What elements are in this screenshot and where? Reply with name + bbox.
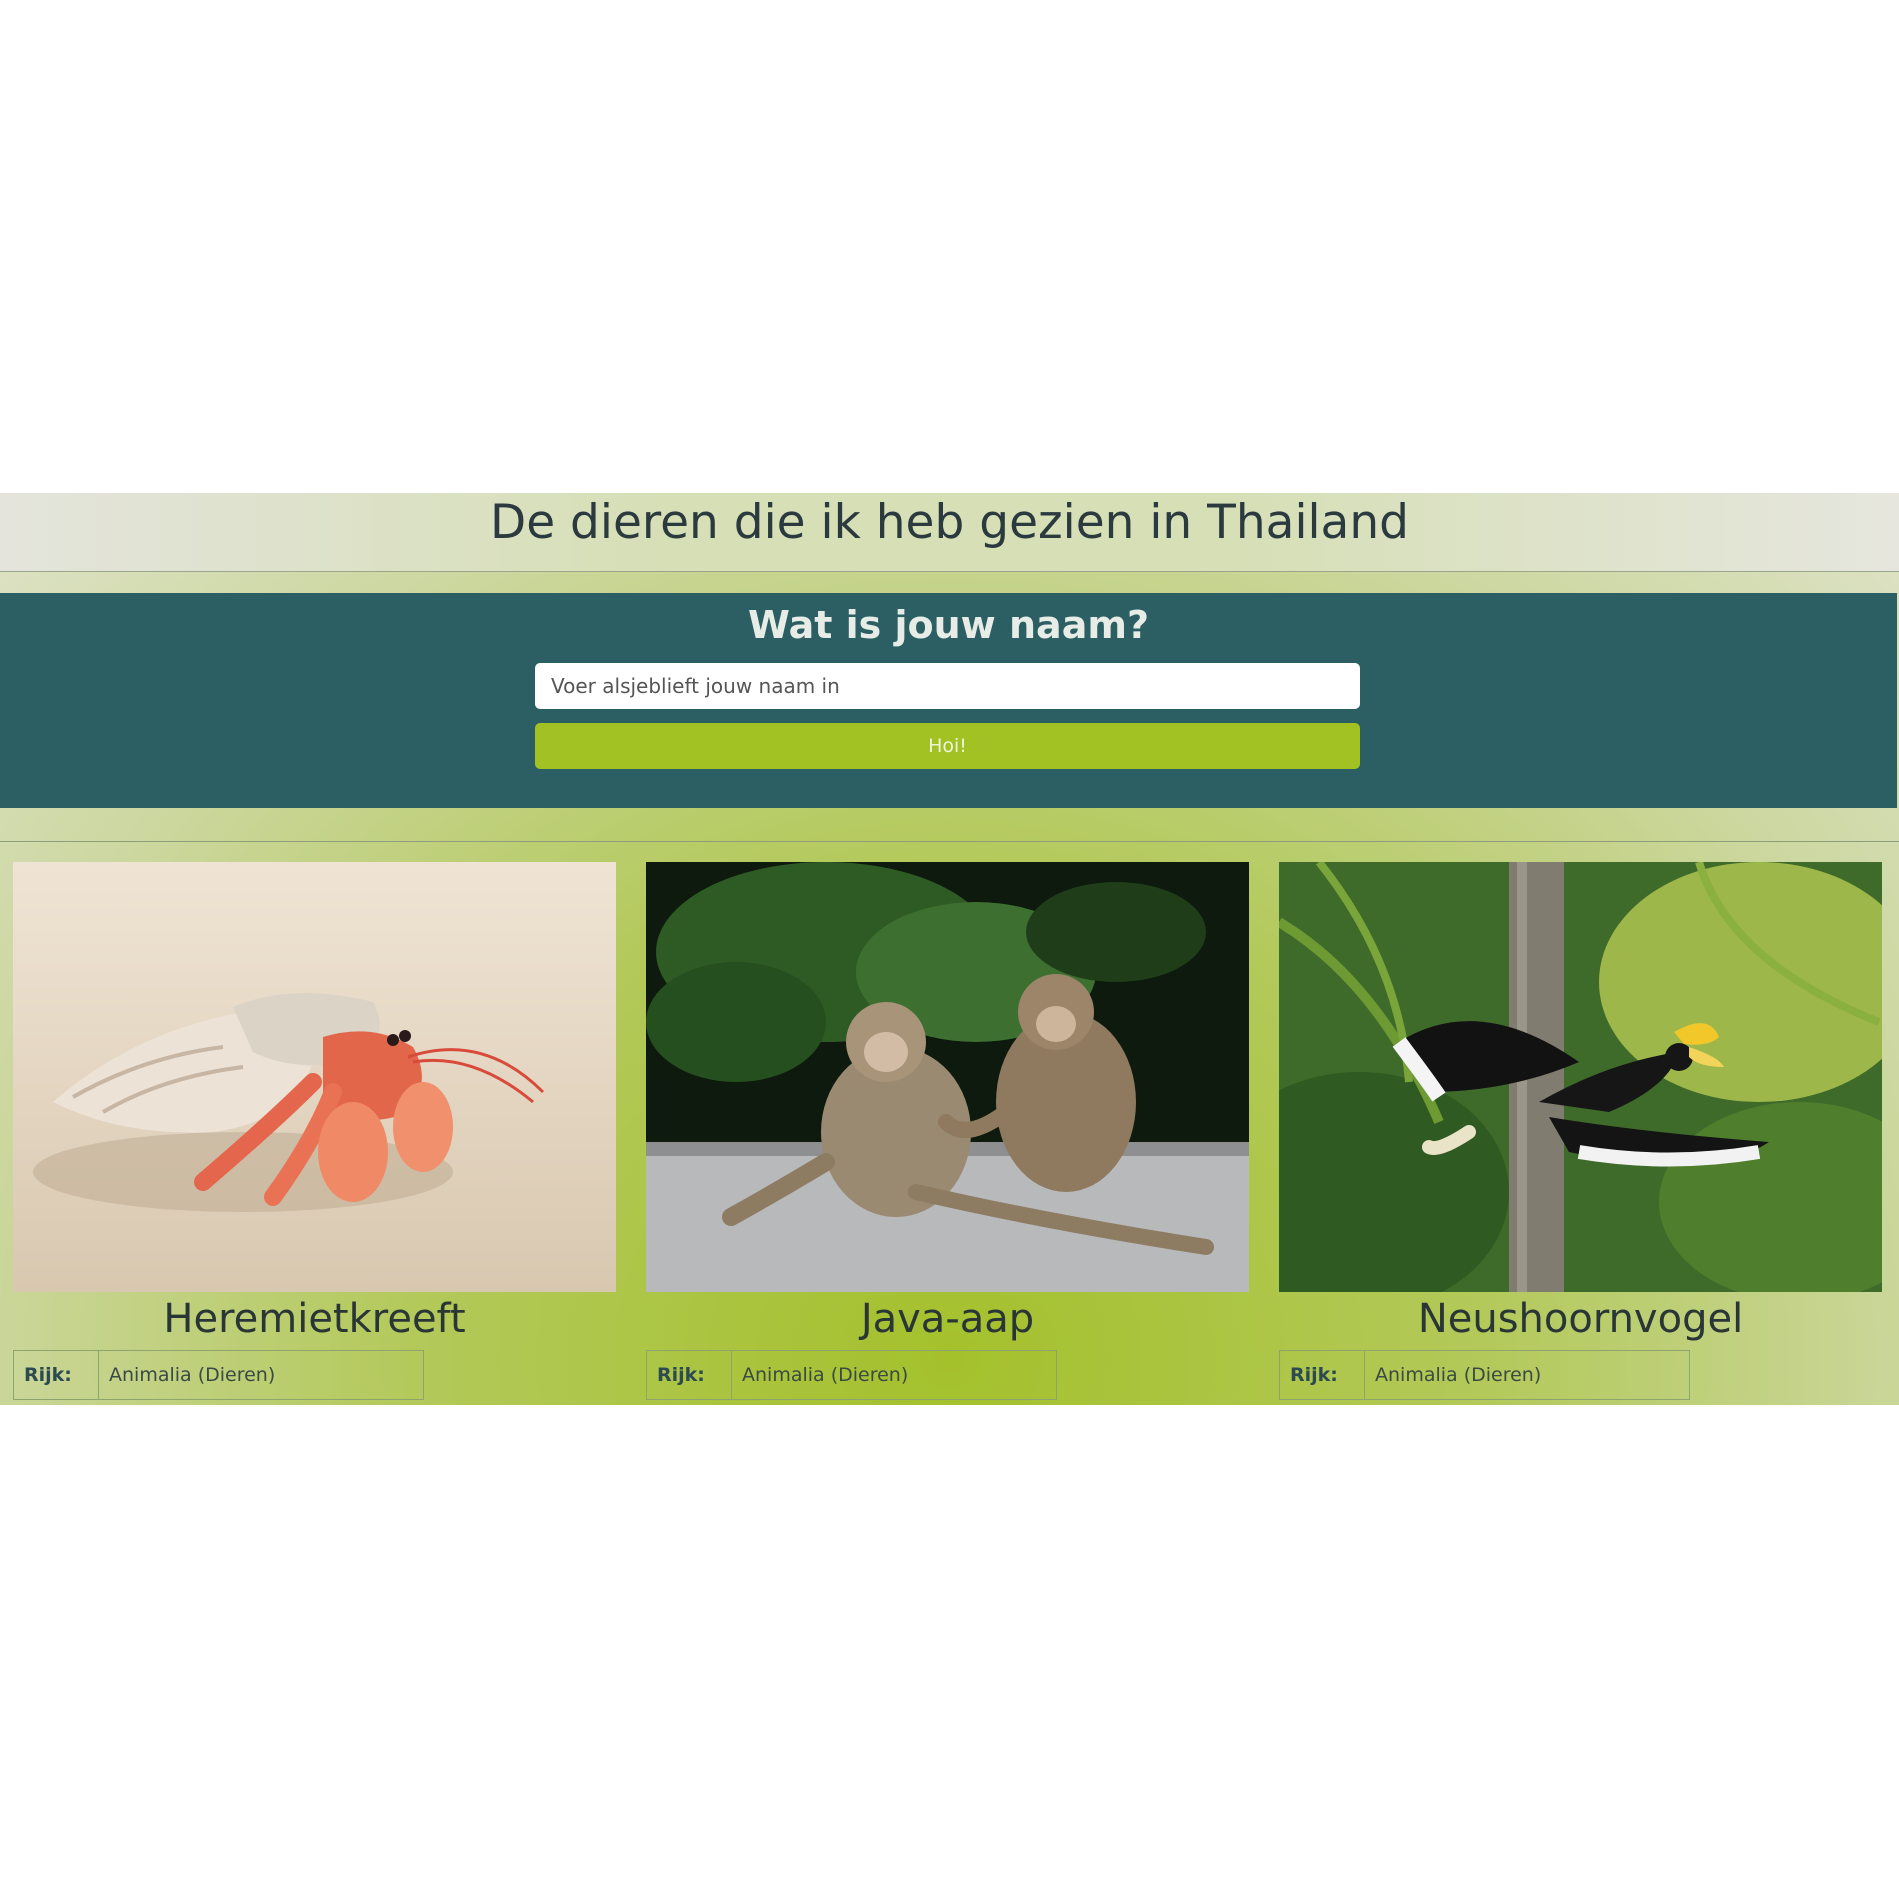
table-row: Rijk: Animalia (Dieren) bbox=[646, 1350, 1057, 1400]
hermit-crab-image bbox=[13, 862, 616, 1292]
page: De dieren die ik heb gezien in Thailand … bbox=[0, 493, 1899, 1405]
name-form-section: Wat is jouw naam? Hoi! bbox=[0, 593, 1897, 808]
info-value: Animalia (Dieren) bbox=[1364, 1350, 1690, 1400]
table-row: Rijk: Animalia (Dieren) bbox=[1279, 1350, 1690, 1400]
animal-card-heremietkreeft: Heremietkreeft Rijk: Animalia (Dieren) bbox=[13, 862, 616, 1400]
hoi-button[interactable]: Hoi! bbox=[535, 723, 1360, 769]
animal-card-java-aap: Java-aap Rijk: Animalia (Dieren) bbox=[646, 862, 1249, 1400]
hornbill-image bbox=[1279, 862, 1882, 1292]
animal-name: Heremietkreeft bbox=[163, 1296, 466, 1342]
info-key: Rijk: bbox=[13, 1350, 99, 1400]
animal-name: Java-aap bbox=[860, 1296, 1035, 1342]
animal-card-neushoornvogel: Neushoornvogel Rijk: Animalia (Dieren) bbox=[1279, 862, 1882, 1400]
name-form-heading: Wat is jouw naam? bbox=[748, 603, 1149, 647]
table-row: Rijk: Animalia (Dieren) bbox=[13, 1350, 424, 1400]
divider bbox=[0, 841, 1899, 842]
animal-info-table: Rijk: Animalia (Dieren) bbox=[646, 1350, 1057, 1400]
info-value: Animalia (Dieren) bbox=[731, 1350, 1057, 1400]
name-input[interactable] bbox=[535, 663, 1360, 709]
animal-name: Neushoornvogel bbox=[1417, 1296, 1744, 1342]
page-title: De dieren die ik heb gezien in Thailand bbox=[490, 495, 1409, 550]
info-key: Rijk: bbox=[1279, 1350, 1365, 1400]
macaque-image bbox=[646, 862, 1249, 1292]
animal-info-table: Rijk: Animalia (Dieren) bbox=[13, 1350, 424, 1400]
info-key: Rijk: bbox=[646, 1350, 732, 1400]
header: De dieren die ik heb gezien in Thailand bbox=[0, 493, 1899, 572]
info-value: Animalia (Dieren) bbox=[98, 1350, 424, 1400]
animal-info-table: Rijk: Animalia (Dieren) bbox=[1279, 1350, 1690, 1400]
